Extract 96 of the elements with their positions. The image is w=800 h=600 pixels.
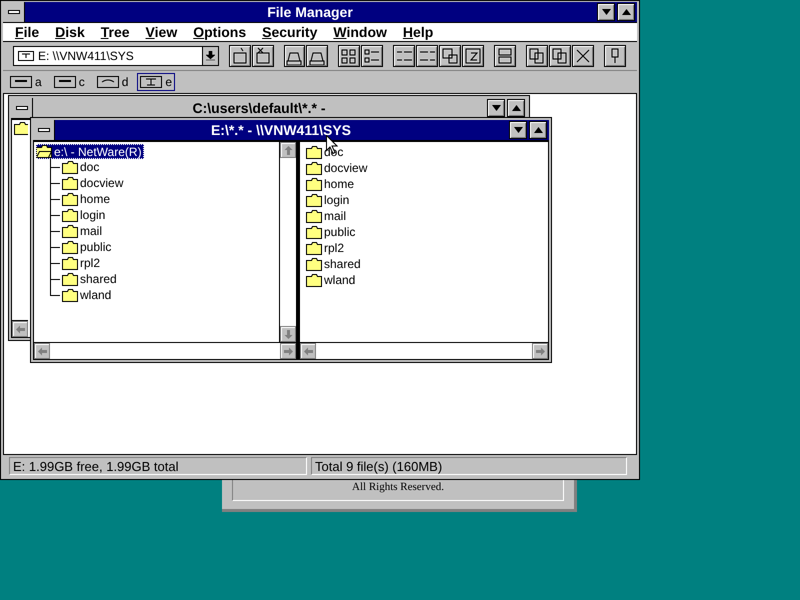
scroll-left-button[interactable] <box>12 321 28 337</box>
window-title: C:\users\default\*.* - <box>191 100 327 116</box>
left-arrow-icon <box>16 324 24 334</box>
folder-entry[interactable]: docview <box>322 161 370 175</box>
open-folder-icon <box>36 145 52 158</box>
folder-icon <box>306 274 322 286</box>
folder-entry[interactable]: public <box>322 225 358 239</box>
folder-icon <box>62 256 78 270</box>
network-drive-icon <box>140 76 162 88</box>
folder-node[interactable]: docview <box>78 176 126 190</box>
folder-icon <box>306 178 322 190</box>
down-arrow-icon <box>284 330 292 338</box>
folder-node[interactable]: mail <box>78 224 104 238</box>
down-arrow-icon <box>206 51 215 61</box>
folder-icon <box>62 288 78 302</box>
folder-icon <box>62 192 78 206</box>
folder-node[interactable]: doc <box>78 160 102 174</box>
control-menu-icon <box>16 106 28 110</box>
control-menu-button[interactable] <box>33 120 55 140</box>
folder-entry[interactable]: home <box>322 177 356 191</box>
scroll-up-button[interactable] <box>280 142 296 158</box>
folder-icon <box>306 226 322 238</box>
folder-node[interactable]: public <box>78 240 114 254</box>
network-drive-icon <box>18 51 34 61</box>
status-free-space: E: 1.99GB free, 1.99GB total <box>9 457 307 475</box>
folder-icon <box>306 258 322 270</box>
menu-item[interactable]: Tree <box>92 24 138 40</box>
dropdown-button[interactable] <box>202 47 218 65</box>
folder-icon <box>62 176 78 190</box>
left-arrow-icon <box>38 346 46 356</box>
up-triangle-icon <box>622 9 630 15</box>
maximize-button[interactable] <box>617 3 635 21</box>
right-arrow-icon <box>284 346 292 356</box>
folder-node[interactable]: home <box>78 192 112 206</box>
folder-icon <box>306 162 322 174</box>
floppy-drive-icon <box>10 76 32 88</box>
folder-icon <box>306 210 322 222</box>
drive-value: E: \\VNW411\SYS <box>38 49 134 63</box>
minimize-button[interactable] <box>597 3 615 21</box>
menu-item[interactable]: Security <box>254 24 326 40</box>
down-triangle-icon <box>602 9 610 15</box>
right-arrow-icon <box>536 346 544 356</box>
scroll-down-button[interactable] <box>280 326 296 342</box>
control-menu-icon <box>8 10 20 14</box>
window-title: E:\*.* - \\VNW411\SYS <box>210 122 352 138</box>
scroll-left-button[interactable] <box>300 343 316 359</box>
folder-icon <box>62 208 78 222</box>
folder-node[interactable]: rpl2 <box>78 256 102 270</box>
folder-entry[interactable]: mail <box>322 209 348 223</box>
scroll-left-button[interactable] <box>34 343 50 359</box>
hard-drive-icon <box>54 76 76 88</box>
left-arrow-icon <box>304 346 312 356</box>
menu-item[interactable]: File <box>7 24 48 40</box>
drive-button[interactable]: e <box>137 73 176 91</box>
window-title: File Manager <box>266 4 354 20</box>
status-file-total: Total 9 file(s) (160MB) <box>311 457 627 475</box>
folder-entry[interactable]: rpl2 <box>322 241 346 255</box>
folder-node[interactable]: login <box>78 208 108 222</box>
minimize-button[interactable] <box>487 99 505 117</box>
copyright-text: All Rights Reserved. <box>352 481 444 493</box>
folder-icon <box>306 146 322 158</box>
folder-entry[interactable]: login <box>322 193 352 207</box>
tree-root[interactable]: e:\ - NetWare(R) <box>36 144 144 159</box>
folder-entry[interactable]: wland <box>322 273 358 287</box>
menu-item[interactable]: Disk <box>47 24 93 40</box>
cdrom-drive-icon <box>96 76 119 88</box>
down-triangle-icon <box>514 127 522 133</box>
folder-icon <box>306 194 322 206</box>
folder-icon <box>62 224 78 238</box>
up-arrow-icon <box>284 146 292 154</box>
control-menu-button[interactable] <box>3 2 25 22</box>
folder-icon <box>62 240 78 254</box>
folder-icon <box>306 242 322 254</box>
control-menu-icon <box>38 128 50 132</box>
minimize-button[interactable] <box>509 121 527 139</box>
scroll-right-button[interactable] <box>280 343 296 359</box>
folder-node[interactable]: shared <box>78 272 119 286</box>
up-triangle-icon <box>534 127 542 133</box>
folder-icon <box>62 160 78 174</box>
folder-icon <box>14 122 28 135</box>
scroll-right-button[interactable] <box>532 343 548 359</box>
menu-item[interactable]: Help <box>394 24 442 40</box>
menu-item[interactable]: Options <box>185 24 254 40</box>
maximize-button[interactable] <box>507 99 525 117</box>
delete-button[interactable] <box>572 45 594 67</box>
folder-icon <box>62 272 78 286</box>
drive-dropdown[interactable]: E: \\VNW411\SYS <box>13 46 219 66</box>
down-triangle-icon <box>492 105 500 111</box>
menu-item[interactable]: Window <box>325 24 395 40</box>
folder-entry[interactable]: shared <box>322 257 363 271</box>
maximize-button[interactable] <box>529 121 547 139</box>
menu-item[interactable]: View <box>138 24 186 40</box>
delete-icon <box>574 47 592 65</box>
drive-button[interactable]: a <box>7 73 45 91</box>
folder-node[interactable]: wland <box>78 288 114 302</box>
up-triangle-icon <box>512 105 520 111</box>
